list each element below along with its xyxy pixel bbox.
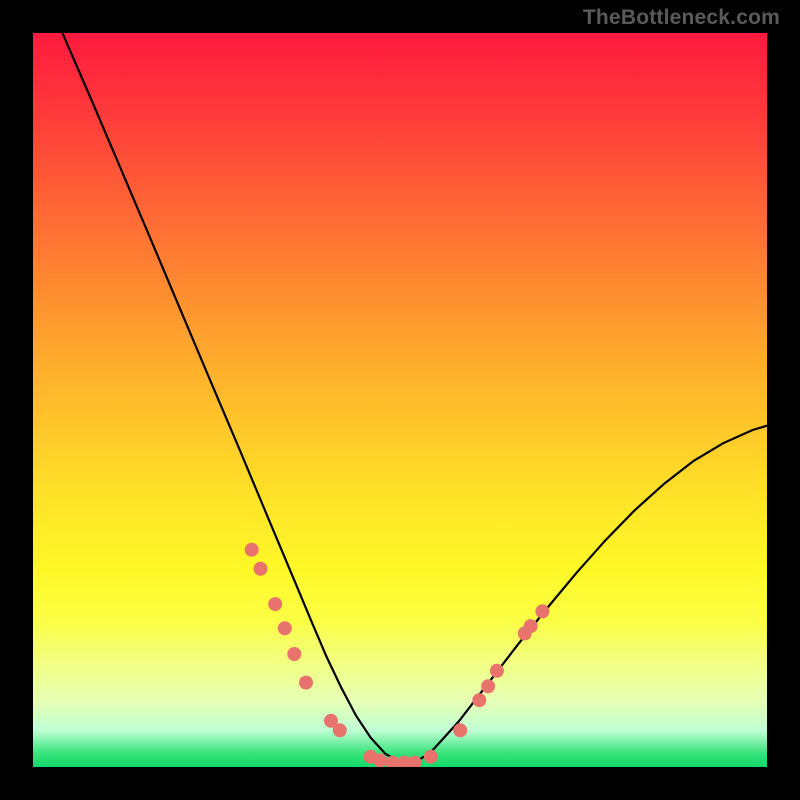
data-point-marker [481,679,495,693]
plot-area [33,33,767,767]
data-point-marker [245,543,259,557]
data-point-marker [254,562,268,576]
data-point-marker [333,723,347,737]
data-point-marker [278,621,292,635]
data-point-marker [535,604,549,618]
data-point-marker [453,723,467,737]
watermark-text: TheBottleneck.com [583,6,780,30]
data-point-marker [268,597,282,611]
data-point-marker [373,753,387,767]
data-point-marker [490,664,504,678]
data-point-marker [299,676,313,690]
chart-svg [33,33,767,767]
data-point-marker [408,756,422,767]
chart-stage: TheBottleneck.com [0,0,800,800]
data-point-marker [424,750,438,764]
data-point-marker [472,693,486,707]
data-point-marker [524,619,538,633]
data-point-marker [287,647,301,661]
bottleneck-curve [62,33,767,762]
marker-layer [245,543,550,767]
